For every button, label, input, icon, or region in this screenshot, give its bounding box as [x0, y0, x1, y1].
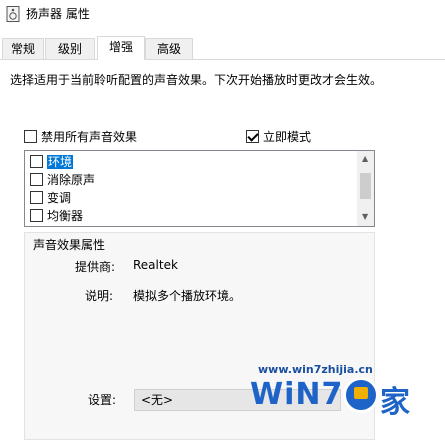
tab-label: 级别 — [57, 42, 82, 56]
effect-label: 消除原声 — [47, 173, 96, 187]
description-label: 说明: — [85, 289, 114, 303]
checkbox-label: 禁用所有声音效果 — [41, 130, 138, 144]
group-title: 声音效果属性 — [33, 238, 106, 252]
tab-levels[interactable]: 级别 — [45, 38, 95, 59]
provider-value: Realtek — [133, 258, 178, 272]
tab-label: 增强 — [108, 40, 133, 54]
checkbox-box[interactable] — [246, 130, 259, 143]
effects-list[interactable]: 环境 消除原声 变调 均衡器 ▲ ▼ — [24, 150, 375, 227]
checkbox-box[interactable] — [30, 191, 43, 204]
effect-label: 均衡器 — [47, 209, 84, 223]
tab-advanced[interactable]: 高级 — [145, 38, 193, 59]
setting-value: <无> — [141, 393, 174, 407]
disable-all-effects-checkbox[interactable]: 禁用所有声音效果 — [24, 128, 137, 145]
scroll-thumb[interactable] — [360, 173, 371, 199]
list-item[interactable]: 变调 — [30, 190, 71, 207]
checkbox-box[interactable] — [30, 173, 43, 186]
list-item[interactable]: 环境 — [30, 154, 74, 171]
tab-label: 常规 — [10, 42, 35, 56]
watermark-suffix: 家 — [380, 385, 410, 420]
window-title: 扬声器 属性 — [26, 7, 90, 21]
description-value: 模拟多个播放环境。 — [133, 289, 242, 303]
vertical-scrollbar[interactable]: ▲ ▼ — [357, 151, 374, 226]
list-item[interactable]: 均衡器 — [30, 208, 83, 225]
checkbox-box[interactable] — [24, 130, 37, 143]
tab-bar: 常规 级别 增强 高级 — [0, 36, 445, 60]
effect-label: 变调 — [47, 191, 72, 205]
windows-logo-icon — [343, 377, 379, 413]
title-bar: 扬声器 属性 — [0, 0, 445, 28]
provider-label: 提供商: — [75, 260, 116, 274]
watermark-url: www.win7zhijia.cn — [258, 363, 373, 376]
immediate-mode-checkbox[interactable]: 立即模式 — [246, 128, 311, 145]
setting-label: 设置: — [88, 393, 117, 407]
speaker-icon — [6, 6, 20, 22]
scroll-up-icon[interactable]: ▲ — [362, 154, 368, 163]
tab-divider — [0, 59, 445, 60]
list-item[interactable]: 消除原声 — [30, 172, 95, 189]
tab-enhancements[interactable]: 增强 — [97, 36, 145, 60]
checkbox-label: 立即模式 — [263, 130, 312, 144]
scroll-down-icon[interactable]: ▼ — [362, 212, 368, 221]
tab-general[interactable]: 常规 — [2, 38, 44, 59]
checkbox-box[interactable] — [30, 155, 43, 168]
effect-label: 环境 — [47, 155, 74, 169]
tab-label: 高级 — [156, 42, 181, 56]
watermark-logo: WiN7 — [250, 377, 344, 412]
checkbox-box[interactable] — [30, 209, 43, 222]
description-text: 选择适用于当前聆听配置的声音效果。下次开始播放时更改才会生效。 — [10, 73, 383, 87]
